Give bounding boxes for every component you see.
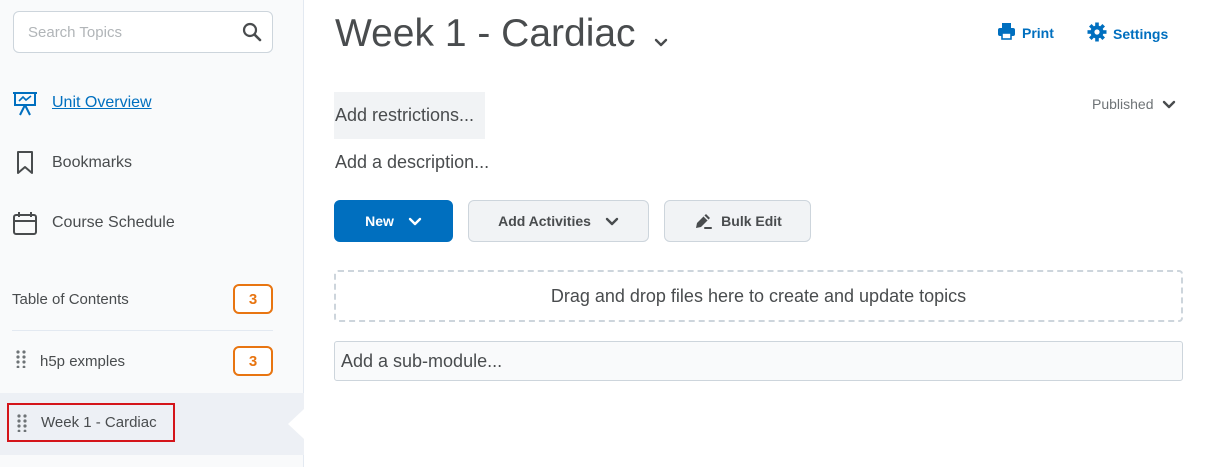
- publish-status-label[interactable]: Published: [1092, 96, 1154, 112]
- settings-label[interactable]: Settings: [1113, 26, 1168, 42]
- add-restrictions[interactable]: Add restrictions...: [334, 92, 485, 139]
- printer-icon: [997, 22, 1016, 43]
- page-title-area: Week 1 - Cardiac: [335, 10, 668, 58]
- module-count-badge: 3: [233, 346, 273, 376]
- module-label[interactable]: Week 1 - Cardiac: [41, 414, 157, 431]
- new-label[interactable]: New: [365, 213, 394, 229]
- settings-button[interactable]: Settings: [1087, 22, 1168, 45]
- drag-handle-icon[interactable]: [17, 413, 41, 432]
- toc-count-badge: 3: [233, 284, 273, 314]
- module-item-selected[interactable]: Week 1 - Cardiac: [7, 403, 175, 442]
- table-of-contents[interactable]: Table of Contents 3: [12, 284, 273, 314]
- chevron-down-icon[interactable]: [654, 14, 668, 58]
- drag-handle-icon[interactable]: [12, 350, 40, 372]
- search-box[interactable]: [13, 11, 273, 53]
- pencil-icon: [693, 211, 713, 231]
- nav-bookmarks[interactable]: Bookmarks: [12, 148, 132, 178]
- add-submodule-input[interactable]: Add a sub-module...: [334, 341, 1183, 381]
- add-activities-label[interactable]: Add Activities: [498, 213, 591, 229]
- toc-label[interactable]: Table of Contents: [12, 291, 129, 308]
- file-dropzone[interactable]: Drag and drop files here to create and u…: [334, 270, 1183, 322]
- bulk-edit-button[interactable]: Bulk Edit: [664, 200, 811, 242]
- divider: [12, 330, 273, 331]
- nav-course-schedule[interactable]: Course Schedule: [12, 208, 175, 238]
- search-icon[interactable]: [242, 22, 262, 42]
- calendar-icon: [12, 210, 38, 236]
- new-button[interactable]: New: [334, 200, 453, 242]
- add-description[interactable]: Add a description...: [335, 152, 489, 173]
- add-activities-button[interactable]: Add Activities: [468, 200, 649, 242]
- module-label[interactable]: h5p exmples: [40, 353, 125, 370]
- print-label[interactable]: Print: [1022, 25, 1054, 41]
- chevron-down-icon[interactable]: [1162, 96, 1176, 112]
- nav-unit-overview[interactable]: Unit Overview: [12, 88, 152, 118]
- nav-bookmarks-label[interactable]: Bookmarks: [52, 154, 132, 172]
- bulk-edit-label[interactable]: Bulk Edit: [721, 213, 782, 229]
- search-input[interactable]: [14, 12, 229, 52]
- nav-unit-overview-label[interactable]: Unit Overview: [52, 94, 152, 112]
- presentation-icon: [12, 90, 38, 116]
- chevron-down-icon[interactable]: [408, 213, 422, 229]
- page-title: Week 1 - Cardiac: [335, 12, 636, 55]
- gear-icon: [1087, 22, 1107, 45]
- publish-status-dropdown[interactable]: Published: [1092, 96, 1176, 112]
- selection-pointer: [288, 409, 304, 439]
- sidebar: Unit Overview Bookmarks Course Schedule …: [0, 0, 304, 467]
- print-button[interactable]: Print: [997, 22, 1054, 43]
- nav-course-schedule-label[interactable]: Course Schedule: [52, 214, 175, 232]
- bookmark-icon: [12, 150, 38, 176]
- chevron-down-icon[interactable]: [605, 213, 619, 229]
- module-item[interactable]: h5p exmples 3: [12, 346, 273, 376]
